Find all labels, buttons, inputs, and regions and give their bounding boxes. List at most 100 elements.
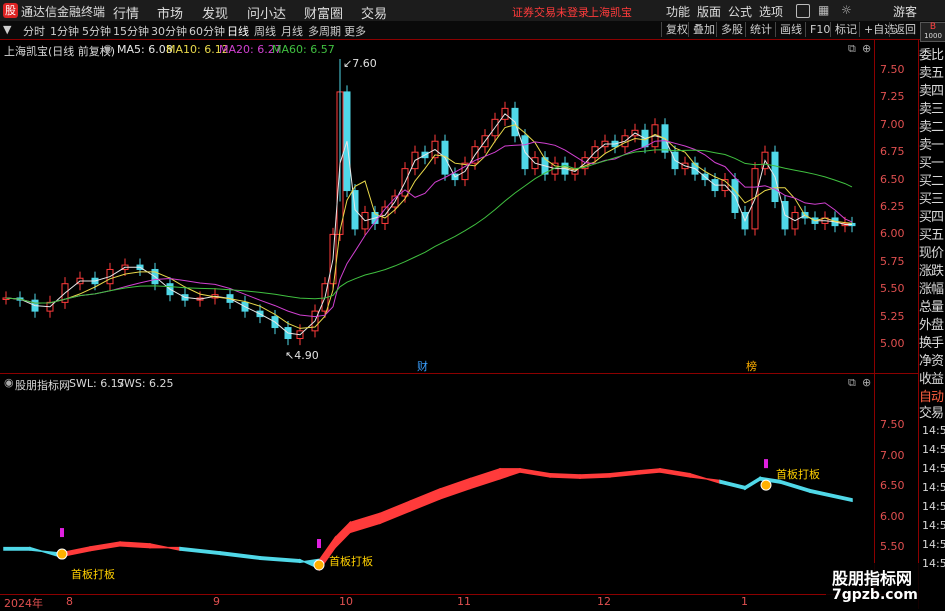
signal-label: 首板打板 xyxy=(776,468,820,481)
tick-time: 14:56 xyxy=(922,557,945,570)
indicator-band xyxy=(809,488,853,503)
indicator-chart[interactable] xyxy=(0,374,874,594)
indicator-band xyxy=(334,520,351,550)
trade-detail-label[interactable]: 交易 xyxy=(919,402,945,421)
indicator-band xyxy=(549,473,581,479)
price-tick-label: 6.50 xyxy=(880,172,905,186)
indicator-band xyxy=(579,473,611,479)
zoom-top: B xyxy=(929,22,937,32)
stats-button[interactable]: 统计 xyxy=(745,22,772,37)
indicator-tick-label: 7.00 xyxy=(880,448,905,462)
mark-button[interactable]: 标记 xyxy=(830,22,857,37)
menu-quotes[interactable]: 行情 xyxy=(113,3,139,22)
period-toolbar: ▼ 分时 1分钟 5分钟 15分钟 30分钟 60分钟 日线 周线 月线 多周期… xyxy=(0,21,945,40)
menu-trade[interactable]: 交易 xyxy=(361,3,387,22)
guest-login[interactable]: 游客 xyxy=(893,3,917,20)
tab-5min[interactable]: 5分钟 xyxy=(82,23,111,39)
tick-time: 14:56 xyxy=(922,481,945,494)
tab-60min[interactable]: 60分钟 xyxy=(189,23,225,39)
tab-more[interactable]: 更多 xyxy=(344,23,366,39)
app-logo: 股 xyxy=(3,3,18,18)
back-button[interactable]: 返回 xyxy=(889,22,916,37)
tile-icon[interactable]: ▦ xyxy=(818,3,832,17)
tick-time: 14:56 xyxy=(922,500,945,513)
f10-button[interactable]: F10 xyxy=(805,22,830,37)
watermark: 股朋指标网 7gpzb.com xyxy=(826,563,921,609)
toolbar-dropdown-icon[interactable]: ▼ xyxy=(3,23,11,36)
indicator-band xyxy=(349,512,381,534)
x-tick-month: 11 xyxy=(457,595,471,608)
watermark-title: 股朋指标网 xyxy=(832,569,913,588)
signal-label: 首板打板 xyxy=(71,568,115,581)
tab-daily[interactable]: 日线 xyxy=(227,23,249,39)
arrow-left-icon: ↖ xyxy=(285,349,295,362)
quote-field-label: 委比 xyxy=(919,48,944,63)
indicator-band xyxy=(744,476,761,491)
menu-ask-xiaoda[interactable]: 问小达 xyxy=(247,3,286,22)
indicator-band xyxy=(3,546,31,551)
tab-15min[interactable]: 15分钟 xyxy=(113,23,149,39)
title-bar: 股 通达信金融终端 行情 市场 发现 问小达 财富圈 交易 证券交易未登录 上海… xyxy=(0,0,945,22)
indicator-band xyxy=(149,543,181,551)
menu-discover[interactable]: 发现 xyxy=(202,3,228,22)
candlestick-chart[interactable] xyxy=(0,39,874,373)
billboard-event-marker[interactable]: 榜 xyxy=(746,358,757,374)
price-tick-label: 5.25 xyxy=(880,309,905,323)
high-price-marker: ↙7.60 xyxy=(343,57,377,70)
draw-line-button[interactable]: 画线 xyxy=(775,22,802,37)
ma5-line xyxy=(5,113,852,336)
menu-options[interactable]: 选项 xyxy=(759,3,783,20)
indicator-band xyxy=(469,467,501,490)
menu-function[interactable]: 功能 xyxy=(666,3,690,20)
price-tick-label: 7.00 xyxy=(880,117,905,131)
quote-field-label: 涨幅 xyxy=(919,282,944,297)
menu-layout[interactable]: 版面 xyxy=(697,3,721,20)
tick-time: 14:56 xyxy=(922,538,945,551)
menu-formula[interactable]: 公式 xyxy=(728,3,752,20)
price-tick-label: 7.25 xyxy=(880,90,905,104)
multi-stock-button[interactable]: 多股 xyxy=(716,22,743,37)
signal-tick xyxy=(317,539,321,549)
watermark-url: 7gpzb.com xyxy=(832,587,918,603)
menu-market[interactable]: 市场 xyxy=(157,3,183,22)
tab-intraday[interactable]: 分时 xyxy=(23,23,45,39)
price-tick-label: 6.75 xyxy=(880,145,905,159)
quote-field-label: 总量 xyxy=(919,300,944,315)
indicator-band xyxy=(219,551,261,561)
indicator-band xyxy=(379,500,411,525)
overlay-button[interactable]: 叠加 xyxy=(688,22,715,37)
app-name: 通达信金融终端 xyxy=(21,5,106,19)
tab-monthly[interactable]: 月线 xyxy=(281,23,303,39)
price-tick-label: 5.00 xyxy=(880,337,905,350)
signal-marker-icon xyxy=(760,479,772,491)
indicator-band xyxy=(179,546,221,556)
quote-field-label: 卖二 xyxy=(919,120,944,135)
indicator-band xyxy=(409,487,441,513)
ma10-line xyxy=(5,124,853,329)
tab-1min[interactable]: 1分钟 xyxy=(50,23,79,39)
quote-field-label: 买三 xyxy=(919,192,944,207)
menu-wealth-circle[interactable]: 财富圈 xyxy=(304,3,343,22)
indicator-tick-label: 7.50 xyxy=(880,418,905,431)
tick-time: 14:56 xyxy=(922,424,945,437)
help-icon[interactable]: ☼ xyxy=(841,3,855,17)
x-tick-month: 8 xyxy=(66,595,73,608)
price-tick-label: 5.50 xyxy=(880,282,905,296)
zoom-control[interactable]: B 1000 xyxy=(920,22,945,42)
high-price-value: 7.60 xyxy=(352,57,377,70)
tab-30min[interactable]: 30分钟 xyxy=(151,23,187,39)
quote-field-label: 卖五 xyxy=(919,66,944,81)
indicator-band xyxy=(719,479,746,491)
finance-event-marker[interactable]: 财 xyxy=(417,358,428,374)
adjust-button[interactable]: 复权 xyxy=(661,22,688,37)
login-alert[interactable]: 证券交易未登录 xyxy=(512,4,589,20)
indicator-band xyxy=(609,469,641,478)
quote-field-label: 卖四 xyxy=(919,84,944,99)
tab-weekly[interactable]: 周线 xyxy=(254,23,276,39)
message-icon[interactable] xyxy=(796,4,810,18)
tick-time: 14:56 xyxy=(922,462,945,475)
signal-tick xyxy=(764,459,768,469)
ma20-line xyxy=(5,140,853,318)
x-tick-month: 1 xyxy=(741,595,748,608)
tab-multi-period[interactable]: 多周期 xyxy=(308,23,341,39)
